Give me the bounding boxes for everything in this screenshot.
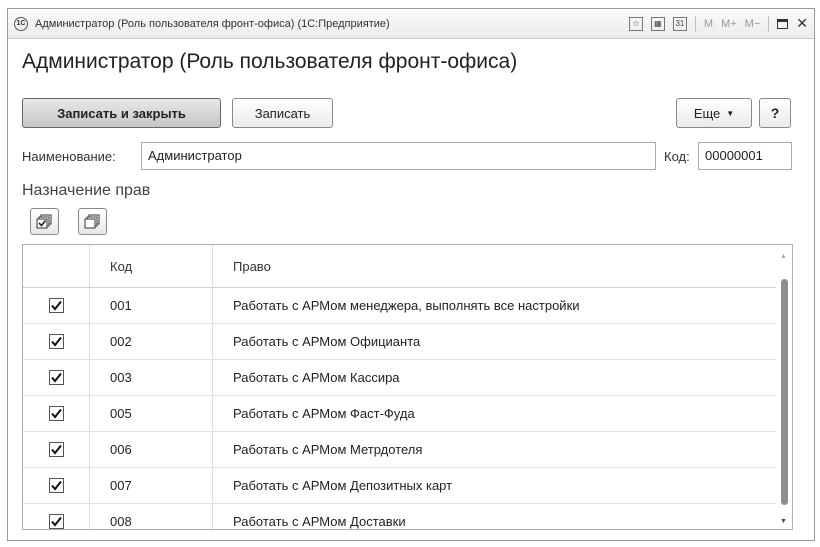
scroll-up-icon[interactable]: ▲ — [780, 253, 787, 260]
row-checkbox[interactable] — [48, 370, 64, 385]
row-right: Работать с АРМом Депозитных карт — [233, 478, 453, 493]
row-code: 006 — [110, 442, 132, 457]
column-header-code[interactable]: Код — [90, 259, 212, 274]
table-row[interactable]: 003 Работать с АРМом Кассира — [23, 360, 792, 396]
row-check-cell — [23, 370, 89, 385]
checkmark-icon — [50, 480, 62, 491]
row-checkbox[interactable] — [48, 298, 64, 313]
page-title: Администратор (Роль пользователя фронт-о… — [22, 50, 518, 73]
toolbar-divider — [768, 15, 770, 32]
save-and-close-button[interactable]: Записать и закрыть — [22, 98, 221, 128]
row-check-cell — [23, 478, 89, 493]
code-field[interactable]: 00000001 — [698, 142, 792, 170]
toolbar-divider — [694, 15, 696, 32]
row-check-cell — [23, 442, 89, 457]
checkmark-icon — [50, 516, 62, 527]
row-right: Работать с АРМом Метрдотеля — [233, 442, 423, 457]
calculator-icon[interactable]: ▦ — [650, 16, 665, 31]
vertical-scrollbar[interactable]: ▲ ▼ — [776, 245, 792, 529]
chevron-down-icon: ▼ — [726, 108, 735, 118]
code-label: Код: — [664, 149, 690, 164]
uncheck-all-icon — [84, 214, 100, 229]
more-menu-label: Еще — [693, 105, 721, 121]
close-icon[interactable]: ✕ — [796, 15, 808, 32]
help-button[interactable]: ? — [759, 98, 791, 128]
table-header: Код Право — [23, 245, 792, 288]
table-row[interactable]: 007 Работать с АРМом Депозитных карт — [23, 468, 792, 504]
table-row[interactable]: 001 Работать с АРМом менеджера, выполнять… — [23, 288, 792, 324]
more-menu-button[interactable]: Еще ▼ — [676, 98, 752, 128]
maximize-icon[interactable] — [777, 18, 789, 29]
table-row[interactable]: 006 Работать с АРМом Метрдотеля — [23, 432, 792, 468]
row-checkbox[interactable] — [48, 478, 64, 493]
row-right: Работать с АРМом Кассира — [233, 370, 400, 385]
scroll-thumb[interactable] — [781, 279, 788, 505]
scroll-down-icon[interactable]: ▼ — [780, 518, 787, 525]
memory-plus-button[interactable]: M+ — [721, 18, 737, 30]
checkmark-icon — [50, 336, 62, 347]
row-code: 001 — [110, 298, 132, 313]
row-right: Работать с АРМом Доставки — [233, 514, 406, 529]
checkmark-icon — [50, 444, 62, 455]
name-label: Наименование: — [22, 149, 116, 164]
table-row[interactable]: 008 Работать с АРМом Доставки — [23, 504, 792, 529]
title-bar: 1C Администратор (Роль пользователя фрон… — [8, 9, 814, 39]
row-code: 007 — [110, 478, 132, 493]
rights-table: Код Право 001 Работать с АРМом менеджера,… — [22, 244, 793, 530]
window-title: Администратор (Роль пользователя фронт-о… — [35, 17, 390, 30]
uncheck-all-button[interactable] — [78, 208, 107, 235]
row-check-cell — [23, 298, 89, 313]
row-checkbox[interactable] — [48, 442, 64, 457]
row-code: 003 — [110, 370, 132, 385]
app-logo-icon: 1C — [14, 16, 28, 31]
column-header-right[interactable]: Право — [213, 259, 792, 274]
calendar-icon[interactable]: 31 — [672, 16, 687, 31]
save-button[interactable]: Записать — [232, 98, 333, 128]
row-checkbox[interactable] — [48, 406, 64, 421]
row-checkbox[interactable] — [48, 514, 64, 529]
row-code: 008 — [110, 514, 132, 529]
checkmark-icon — [50, 408, 62, 419]
row-code: 002 — [110, 334, 132, 349]
check-all-icon — [36, 214, 52, 229]
row-right: Работать с АРМом менеджера, выполнять вс… — [233, 298, 580, 313]
favorite-icon[interactable]: ☆ — [628, 16, 643, 31]
name-field[interactable]: Администратор — [141, 142, 656, 170]
table-body: 001 Работать с АРМом менеджера, выполнять… — [23, 288, 792, 529]
row-code: 005 — [110, 406, 132, 421]
row-right: Работать с АРМом Фаст-Фуда — [233, 406, 415, 421]
table-row[interactable]: 005 Работать с АРМом Фаст-Фуда — [23, 396, 792, 432]
row-right: Работать с АРМом Официанта — [233, 334, 421, 349]
checkmark-icon — [50, 372, 62, 383]
rights-section-title: Назначение прав — [22, 182, 151, 199]
row-check-cell — [23, 406, 89, 421]
table-row[interactable]: 002 Работать с АРМом Официанта — [23, 324, 792, 360]
row-check-cell — [23, 334, 89, 349]
memory-minus-button[interactable]: M− — [745, 18, 761, 30]
row-check-cell — [23, 514, 89, 529]
check-all-button[interactable] — [30, 208, 59, 235]
checkmark-icon — [50, 300, 62, 311]
memory-m-button[interactable]: M — [704, 18, 713, 30]
row-checkbox[interactable] — [48, 334, 64, 349]
